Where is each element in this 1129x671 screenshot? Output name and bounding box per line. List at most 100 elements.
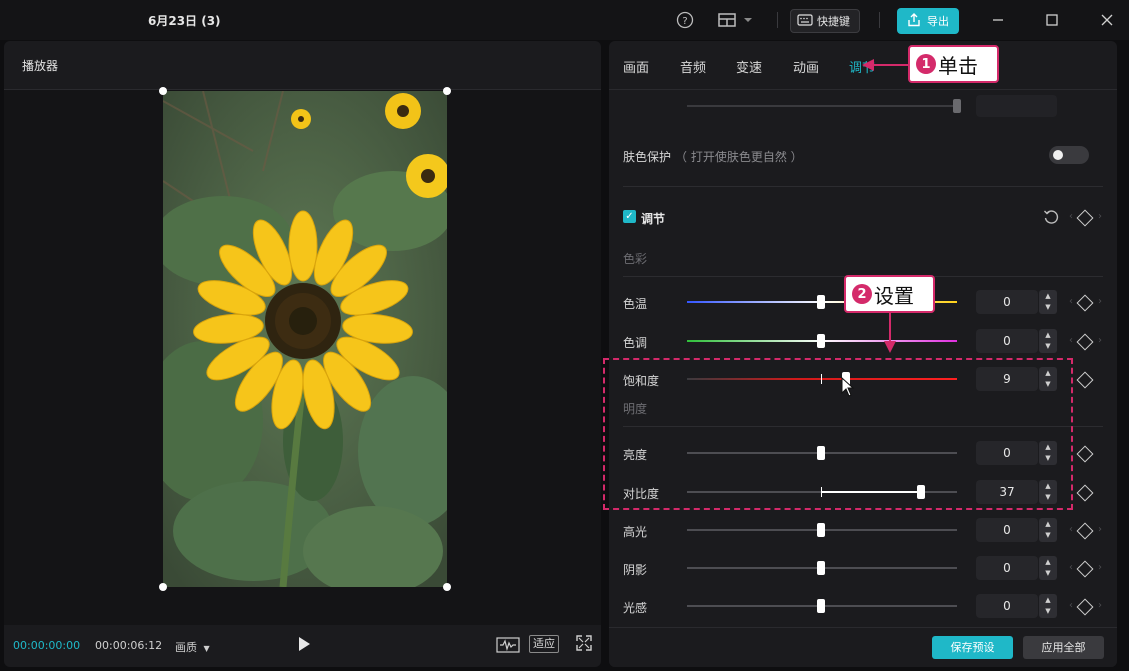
toolbar-divider	[777, 12, 778, 28]
prev-keyframe-icon[interactable]: ‹	[1069, 562, 1073, 573]
slider-thumb[interactable]	[817, 599, 825, 613]
slider-thumb[interactable]	[817, 334, 825, 348]
next-keyframe-icon[interactable]: ›	[1098, 335, 1102, 346]
value-field[interactable]	[976, 95, 1057, 117]
temperature-value[interactable]: 0	[976, 290, 1038, 314]
prev-keyframe-icon[interactable]: ‹	[1069, 335, 1073, 346]
tab-speed[interactable]: 变速	[736, 57, 762, 76]
skin-protect-hint: （ 打开使肤色更自然 ）	[675, 150, 803, 164]
quality-dropdown[interactable]: 画质 ▼	[175, 639, 210, 655]
callout-step-1: 1 单击	[908, 45, 999, 83]
slider-thumb[interactable]	[817, 561, 825, 575]
keyframe-icon[interactable]	[1076, 209, 1094, 227]
tint-label: 色调	[623, 336, 648, 350]
skin-protect-toggle[interactable]	[1049, 146, 1089, 164]
color-group-label: 色彩	[623, 252, 648, 266]
shadows-value[interactable]: 0	[976, 556, 1038, 580]
exposure-label: 光感	[623, 601, 648, 615]
keyboard-icon	[797, 13, 813, 29]
save-preset-button[interactable]: 保存预设	[932, 636, 1013, 659]
preview-viewport	[4, 87, 601, 625]
tab-animation[interactable]: 动画	[793, 57, 819, 76]
keyframe-icon[interactable]	[1076, 445, 1094, 463]
export-icon	[907, 12, 921, 30]
next-keyframe-icon[interactable]: ›	[1098, 562, 1102, 573]
quality-label: 画质	[175, 641, 197, 654]
value-stepper[interactable]: ▲ ▼	[1039, 290, 1057, 314]
crop-handle[interactable]	[443, 87, 451, 95]
reset-icon[interactable]	[1043, 209, 1059, 225]
crop-handle[interactable]	[159, 87, 167, 95]
slider-track[interactable]	[687, 105, 957, 107]
next-keyframe-icon[interactable]: ›	[1098, 600, 1102, 611]
next-keyframe-icon[interactable]: ›	[1098, 296, 1102, 307]
value-stepper[interactable]: ▲ ▼	[1039, 518, 1057, 542]
highlights-value[interactable]: 0	[976, 518, 1038, 542]
play-icon[interactable]	[297, 636, 313, 654]
waveform-icon[interactable]	[496, 635, 520, 655]
prev-keyframe-icon[interactable]: ‹	[1069, 524, 1073, 535]
player-panel: 播放器 00:00:00:00 00:00:06:12 画质 ▼ 适应	[4, 41, 601, 667]
next-keyframe-icon[interactable]: ›	[1098, 211, 1102, 222]
minimize-icon[interactable]	[988, 10, 1008, 30]
caret-down-icon: ▼	[203, 644, 210, 653]
exposure-value[interactable]: 0	[976, 594, 1038, 618]
current-timecode: 00:00:00:00	[13, 639, 81, 652]
value-stepper[interactable]: ▲ ▼	[1039, 594, 1057, 618]
callout-text: 单击	[938, 53, 978, 78]
slider-thumb[interactable]	[817, 295, 825, 309]
toggle-knob	[1053, 150, 1063, 160]
value-stepper[interactable]: ▲ ▼	[1039, 556, 1057, 580]
adjust-checkbox[interactable]: ✓	[623, 210, 636, 223]
title-bar: 6月23日 (3) ? 快捷键 导出	[0, 0, 1129, 40]
divider	[609, 89, 1117, 90]
keyframe-icon[interactable]	[1076, 560, 1094, 578]
layout-icon[interactable]	[716, 9, 756, 31]
crop-handle[interactable]	[443, 583, 451, 591]
temperature-label: 色温	[623, 297, 648, 311]
shortcuts-label: 快捷键	[817, 15, 850, 28]
help-icon[interactable]: ?	[674, 9, 696, 31]
prev-keyframe-icon[interactable]: ‹	[1069, 600, 1073, 611]
panel-footer: 保存预设 应用全部	[609, 627, 1117, 667]
sunflower-video-image	[163, 91, 447, 587]
arrow-icon	[884, 313, 896, 353]
player-controls: 00:00:00:00 00:00:06:12 画质 ▼ 适应	[4, 625, 601, 667]
prev-keyframe-icon[interactable]: ‹	[1069, 211, 1073, 222]
shadows-label: 阴影	[623, 563, 648, 577]
next-keyframe-icon[interactable]: ›	[1098, 524, 1102, 535]
tab-picture[interactable]: 画面	[623, 57, 649, 76]
maximize-icon[interactable]	[1042, 10, 1062, 30]
divider	[623, 186, 1103, 187]
slider-thumb[interactable]	[953, 99, 961, 113]
apply-all-button[interactable]: 应用全部	[1023, 636, 1104, 659]
step-badge: 2	[852, 284, 872, 304]
keyframe-icon[interactable]	[1076, 598, 1094, 616]
slider-thumb[interactable]	[817, 523, 825, 537]
export-button[interactable]: 导出	[897, 8, 959, 34]
player-title: 播放器	[22, 59, 59, 73]
value-stepper[interactable]: ▲ ▼	[1039, 329, 1057, 353]
step-badge: 1	[916, 54, 936, 74]
keyframe-icon[interactable]	[1076, 294, 1094, 312]
close-icon[interactable]	[1097, 10, 1117, 30]
keyframe-icon[interactable]	[1076, 522, 1094, 540]
crop-handle[interactable]	[159, 583, 167, 591]
tint-value[interactable]: 0	[976, 329, 1038, 353]
fit-button[interactable]: 适应	[529, 635, 559, 653]
highlights-label: 高光	[623, 525, 648, 539]
keyframe-icon[interactable]	[1076, 484, 1094, 502]
svg-text:?: ?	[682, 16, 687, 27]
arrow-icon	[862, 59, 910, 71]
fullscreen-icon[interactable]	[576, 635, 594, 655]
video-frame[interactable]	[163, 91, 447, 587]
keyframe-icon[interactable]	[1076, 333, 1094, 351]
prev-keyframe-icon[interactable]: ‹	[1069, 296, 1073, 307]
tab-audio[interactable]: 音频	[680, 57, 706, 76]
callout-step-2: 2 设置	[844, 275, 935, 313]
keyframe-icon[interactable]	[1076, 371, 1094, 389]
skin-protect-label: 肤色保护	[623, 150, 672, 164]
toolbar-divider	[879, 12, 880, 28]
shortcuts-button[interactable]: 快捷键	[790, 9, 860, 33]
total-timecode: 00:00:06:12	[95, 639, 163, 652]
